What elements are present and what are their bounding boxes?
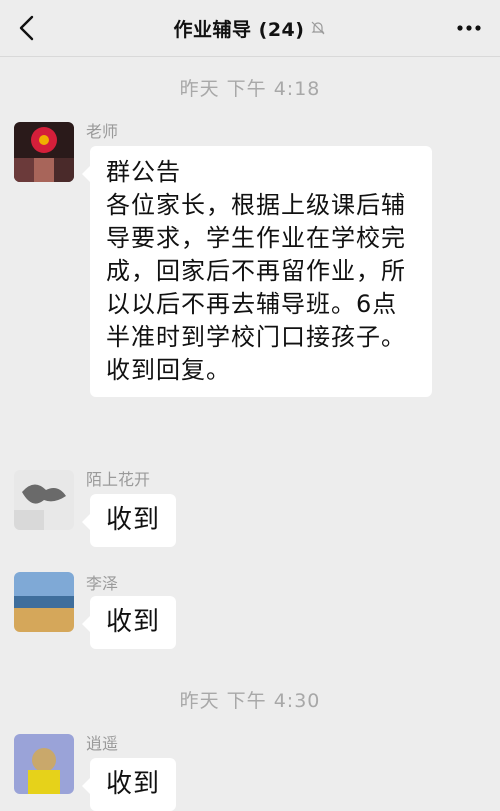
sender-name: 李泽 xyxy=(86,574,119,593)
announcement-text: 各位家长，根据上级课后辅导要求，学生作业在学校完成，回家后不再留作业，所以以后不… xyxy=(106,191,406,384)
avatar-member[interactable] xyxy=(14,572,74,632)
sender-name: 老师 xyxy=(86,122,119,141)
message-bubble[interactable]: 收到 xyxy=(81,758,177,811)
sender-name: 逍遥 xyxy=(86,734,119,753)
chat-title: 作业辅导 (24) xyxy=(173,18,305,41)
bell-off-icon xyxy=(312,21,325,35)
more-dots-icon[interactable] xyxy=(456,20,482,36)
avatar-member[interactable] xyxy=(14,470,74,530)
message-bubble-announcement[interactable]: 群公告 各位家长，根据上级课后辅导要求，学生作业在学校完成，回家后不再留作业，所… xyxy=(82,146,432,397)
sender-name: 陌上花开 xyxy=(86,470,151,489)
message-bubble[interactable]: 收到 xyxy=(81,494,177,547)
announcement-title: 群公告 xyxy=(106,158,181,186)
avatar-teacher[interactable] xyxy=(14,122,74,182)
avatar-member[interactable] xyxy=(14,734,74,794)
chat-header: 作业辅导 (24) xyxy=(0,0,500,57)
timestamp: 昨天 下午 4:18 xyxy=(179,78,321,100)
timestamp: 昨天 下午 4:30 xyxy=(179,690,321,712)
message-bubble[interactable]: 收到 xyxy=(81,596,177,649)
